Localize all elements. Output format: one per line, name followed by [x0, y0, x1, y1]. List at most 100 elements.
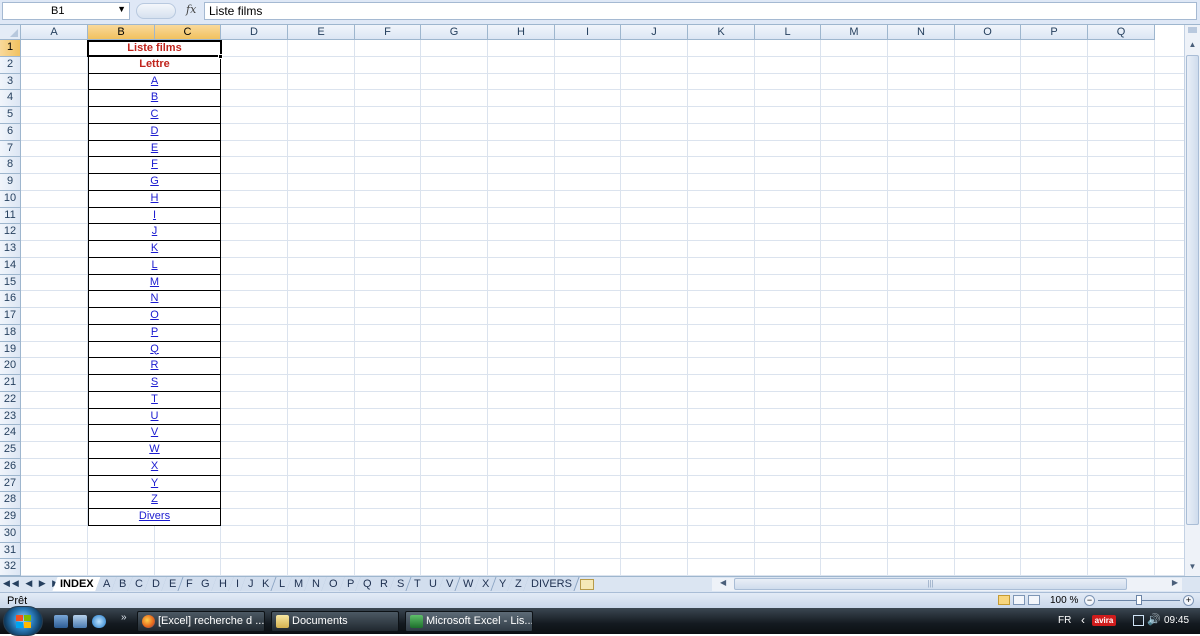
- column-header-g[interactable]: G: [421, 25, 488, 40]
- hyperlink-cell-c[interactable]: C: [88, 107, 221, 124]
- row-header-5[interactable]: 5: [0, 107, 21, 124]
- scroll-down-icon[interactable]: ▼: [1185, 559, 1200, 574]
- header-cell-row-1[interactable]: Liste films: [88, 40, 221, 57]
- horizontal-scroll-thumb[interactable]: |||: [734, 578, 1127, 590]
- formula-expand-button[interactable]: [136, 3, 176, 19]
- hyperlink-cell-j[interactable]: J: [88, 224, 221, 242]
- scroll-left-icon[interactable]: ◀: [720, 578, 726, 587]
- row-header-29[interactable]: 29: [0, 509, 21, 526]
- show-desktop-icon[interactable]: [54, 615, 68, 628]
- hyperlink-cell-divers[interactable]: Divers: [88, 509, 221, 526]
- row-header-7[interactable]: 7: [0, 140, 21, 158]
- tray-expand-icon[interactable]: ‹: [1081, 613, 1085, 627]
- hyperlink-cell-d[interactable]: D: [88, 123, 221, 141]
- page-layout-view-icon[interactable]: [1013, 595, 1025, 605]
- column-header-m[interactable]: M: [821, 25, 888, 40]
- taskbar-item-firefox[interactable]: [Excel] recherche d ...: [137, 611, 265, 632]
- taskbar-item-documents[interactable]: Documents: [271, 611, 399, 632]
- column-header-f[interactable]: F: [355, 25, 421, 40]
- start-button[interactable]: [3, 606, 43, 636]
- row-header-21[interactable]: 21: [0, 375, 21, 392]
- row-header-25[interactable]: 25: [0, 442, 21, 459]
- row-header-15[interactable]: 15: [0, 274, 21, 292]
- language-indicator[interactable]: FR: [1058, 615, 1071, 626]
- fill-handle[interactable]: [218, 54, 223, 59]
- zoom-out-icon[interactable]: −: [1084, 595, 1095, 606]
- row-header-12[interactable]: 12: [0, 224, 21, 242]
- row-header-13[interactable]: 13: [0, 241, 21, 258]
- hyperlink-cell-b[interactable]: B: [88, 90, 221, 108]
- row-header-1[interactable]: 1: [0, 40, 21, 57]
- hyperlink-cell-y[interactable]: Y: [88, 475, 221, 493]
- hyperlink-cell-e[interactable]: E: [88, 140, 221, 158]
- volume-icon[interactable]: 🔊: [1147, 613, 1161, 626]
- switch-windows-icon[interactable]: [73, 615, 87, 628]
- row-header-4[interactable]: 4: [0, 90, 21, 108]
- vertical-scroll-thumb[interactable]: [1186, 55, 1199, 525]
- row-header-23[interactable]: 23: [0, 408, 21, 426]
- network-icon[interactable]: [1133, 615, 1144, 626]
- normal-view-icon[interactable]: [998, 595, 1010, 605]
- hyperlink-cell-f[interactable]: F: [88, 157, 221, 175]
- hyperlink-cell-h[interactable]: H: [88, 190, 221, 208]
- column-header-n[interactable]: N: [888, 25, 955, 40]
- zoom-in-icon[interactable]: +: [1183, 595, 1194, 606]
- hyperlink-cell-s[interactable]: S: [88, 375, 221, 392]
- hyperlink-cell-n[interactable]: N: [88, 291, 221, 309]
- hyperlink-cell-r[interactable]: R: [88, 358, 221, 376]
- column-header-h[interactable]: H: [488, 25, 555, 40]
- row-header-18[interactable]: 18: [0, 324, 21, 342]
- column-header-l[interactable]: L: [755, 25, 821, 40]
- column-header-j[interactable]: J: [621, 25, 688, 40]
- column-header-q[interactable]: Q: [1088, 25, 1155, 40]
- hyperlink-cell-p[interactable]: P: [88, 324, 221, 342]
- column-header-b[interactable]: B: [88, 25, 155, 40]
- row-header-19[interactable]: 19: [0, 341, 21, 359]
- quicklaunch-more-icon[interactable]: »: [121, 612, 127, 623]
- scroll-right-icon[interactable]: ▶: [1172, 578, 1178, 587]
- row-header-9[interactable]: 9: [0, 174, 21, 191]
- chevron-down-icon[interactable]: ▼: [117, 4, 126, 14]
- row-header-26[interactable]: 26: [0, 458, 21, 476]
- hyperlink-cell-k[interactable]: K: [88, 241, 221, 258]
- row-header-10[interactable]: 10: [0, 190, 21, 208]
- sheet-tab-index[interactable]: INDEX: [52, 577, 102, 591]
- row-header-16[interactable]: 16: [0, 291, 21, 309]
- formula-input[interactable]: Liste films: [204, 2, 1197, 20]
- column-header-e[interactable]: E: [288, 25, 355, 40]
- column-header-c[interactable]: C: [155, 25, 221, 40]
- hyperlink-cell-u[interactable]: U: [88, 408, 221, 426]
- antivirus-icon[interactable]: avira: [1092, 615, 1116, 626]
- taskbar-item-excel[interactable]: Microsoft Excel - Lis...: [405, 611, 533, 632]
- row-header-27[interactable]: 27: [0, 475, 21, 493]
- hyperlink-cell-l[interactable]: L: [88, 257, 221, 275]
- horizontal-scrollbar[interactable]: ◀ ||| ▶: [712, 578, 1182, 591]
- row-header-8[interactable]: 8: [0, 157, 21, 175]
- hyperlink-cell-q[interactable]: Q: [88, 341, 221, 359]
- vertical-scrollbar[interactable]: ▲ ▼: [1184, 25, 1200, 576]
- internet-explorer-icon[interactable]: [92, 615, 106, 628]
- row-header-24[interactable]: 24: [0, 425, 21, 443]
- hyperlink-cell-m[interactable]: M: [88, 274, 221, 292]
- hyperlink-cell-z[interactable]: Z: [88, 492, 221, 510]
- scroll-up-icon[interactable]: ▲: [1185, 37, 1200, 52]
- page-break-view-icon[interactable]: [1028, 595, 1040, 605]
- hyperlink-cell-o[interactable]: O: [88, 308, 221, 325]
- hyperlink-cell-i[interactable]: I: [88, 207, 221, 225]
- hyperlink-cell-v[interactable]: V: [88, 425, 221, 443]
- column-header-p[interactable]: P: [1021, 25, 1088, 40]
- row-header-30[interactable]: 30: [0, 525, 21, 543]
- row-header-14[interactable]: 14: [0, 257, 21, 275]
- sheet-tab-divers[interactable]: DIVERS: [523, 577, 580, 591]
- row-header-11[interactable]: 11: [0, 207, 21, 225]
- column-header-o[interactable]: O: [955, 25, 1021, 40]
- name-box[interactable]: B1 ▼: [2, 2, 130, 20]
- column-header-d[interactable]: D: [221, 25, 288, 40]
- zoom-slider-thumb[interactable]: [1136, 595, 1142, 605]
- row-header-28[interactable]: 28: [0, 492, 21, 510]
- zoom-level[interactable]: 100 %: [1050, 595, 1078, 606]
- column-header-a[interactable]: A: [21, 25, 88, 40]
- insert-sheet-icon[interactable]: [579, 578, 594, 590]
- hyperlink-cell-x[interactable]: X: [88, 458, 221, 476]
- row-header-32[interactable]: 32: [0, 559, 21, 577]
